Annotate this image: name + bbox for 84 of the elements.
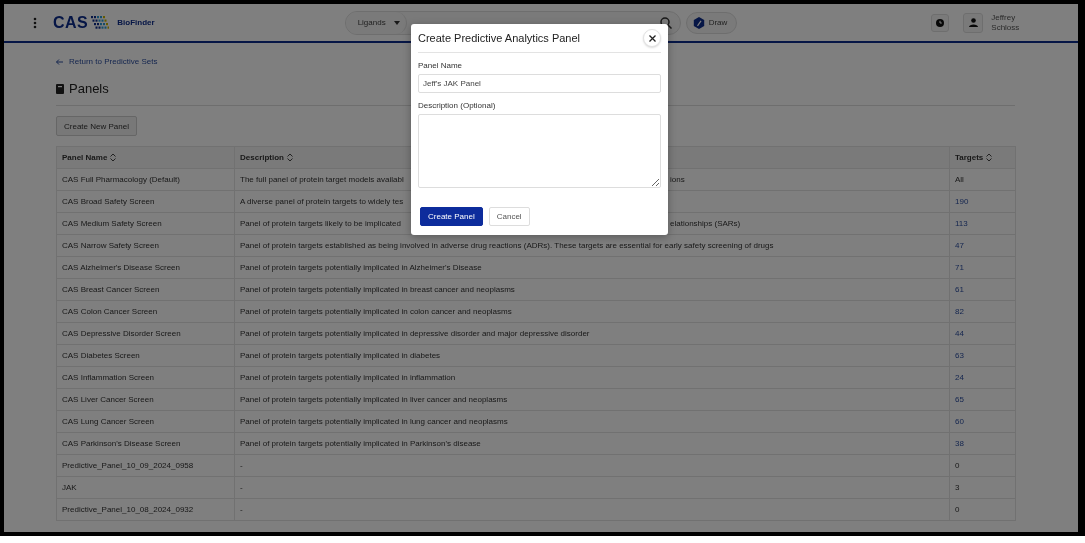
description-text: Panel of protein targets potentially implicated in inflammation xyxy=(240,373,456,382)
targets-cell: 3 xyxy=(949,476,1016,499)
targets-link[interactable]: 190 xyxy=(949,190,1016,213)
history-button[interactable] xyxy=(931,13,950,32)
description-text: The full panel of protein target models availabl xyxy=(240,175,404,184)
targets-cell: 0 xyxy=(949,498,1016,521)
targets-link[interactable]: 38 xyxy=(949,432,1016,455)
column-header[interactable]: Targets xyxy=(949,146,1016,169)
panel-name-cell[interactable]: CAS Liver Cancer Screen xyxy=(56,388,235,411)
panel-name-cell[interactable]: CAS Breast Cancer Screen xyxy=(56,278,235,301)
user-name: Schloss xyxy=(991,22,1020,33)
caret-icon xyxy=(393,20,400,25)
description-text: Panel of protein targets likely to be implicated xyxy=(240,219,401,228)
panel-name-cell[interactable]: CAS Broad Safety Screen xyxy=(56,190,235,213)
targets-link[interactable]: 113 xyxy=(949,212,1016,235)
user-name: Jeffrey xyxy=(991,12,1017,23)
panel-name-cell[interactable]: CAS Depressive Disorder Screen xyxy=(56,322,235,345)
description-text: elationships (SARs) xyxy=(670,219,741,228)
targets-link[interactable]: 65 xyxy=(949,388,1016,411)
targets-link[interactable]: 82 xyxy=(949,300,1016,323)
book-icon xyxy=(56,83,64,94)
field-label: Description (Optional) xyxy=(418,101,497,110)
panel-name-cell[interactable]: CAS Diabetes Screen xyxy=(56,344,235,367)
brand-logo[interactable]: CAS xyxy=(53,13,89,32)
user-button[interactable] xyxy=(963,12,984,33)
page-title: Panels xyxy=(69,81,109,96)
description-text: - xyxy=(240,483,243,492)
description-text: ions xyxy=(670,175,685,184)
description-field[interactable] xyxy=(418,114,661,188)
panel-name-cell[interactable]: CAS Inflammation Screen xyxy=(56,366,235,389)
panel-name-cell[interactable]: CAS Medium Safety Screen xyxy=(56,212,235,235)
sort-icon xyxy=(287,153,293,162)
description-text: A diverse panel of protein targets to widely tes xyxy=(240,197,404,206)
dialog-title: Create Predictive Analytics Panel xyxy=(418,32,581,44)
panel-name-cell[interactable]: CAS Colon Cancer Screen xyxy=(56,300,235,323)
clock-icon xyxy=(936,18,945,27)
panel-name-cell[interactable]: CAS Full Pharmacology (Default) xyxy=(56,168,235,191)
targets-link[interactable]: 61 xyxy=(949,278,1016,301)
targets-cell: 0 xyxy=(949,454,1016,477)
targets-link[interactable]: 47 xyxy=(949,234,1016,257)
logo-mark-icon xyxy=(91,14,110,31)
targets-cell: All xyxy=(949,168,1016,191)
description-text: Panel of protein targets potentially implicated in breast cancer and neoplasms xyxy=(240,285,515,294)
person-icon xyxy=(968,18,978,27)
column-header[interactable]: Panel Name xyxy=(56,146,235,169)
arrow-left-icon xyxy=(56,58,63,65)
description-text: Panel of protein targets potentially implicated in colon cancer and neoplasms xyxy=(240,307,512,316)
description-text: Panel of protein targets potentially implicated in Alzheimer's Disease xyxy=(240,263,482,272)
panel-name-cell[interactable]: CAS Alzheimer's Disease Screen xyxy=(56,256,235,279)
search-type-dropdown[interactable]: Ligands xyxy=(345,11,407,34)
pencil-hexagon-icon xyxy=(692,16,705,29)
description-text: Panel of protein targets potentially implicated in lung cancer and neoplasms xyxy=(240,417,508,426)
field-label: Panel Name xyxy=(418,61,464,70)
panel-name-cell[interactable]: CAS Parkinson's Disease Screen xyxy=(56,432,235,455)
sort-icon xyxy=(986,153,993,162)
search-icon xyxy=(659,16,672,29)
sort-icon xyxy=(110,153,117,162)
product-name: BioFinder xyxy=(117,18,155,27)
targets-link[interactable]: 63 xyxy=(949,344,1016,367)
close-button[interactable] xyxy=(643,29,661,47)
panel-name-field[interactable]: Jeff's JAK Panel xyxy=(418,74,661,93)
close-icon xyxy=(648,34,656,42)
description-text: Panel of protein targets established as being involved in adverse drug reactions (ADRs). These targets are essential for early safety screening of drugs xyxy=(240,241,774,250)
targets-link[interactable]: 44 xyxy=(949,322,1016,345)
draw-button[interactable]: Draw xyxy=(685,11,738,34)
targets-link[interactable]: 24 xyxy=(949,366,1016,389)
panel-name-cell[interactable]: Predictive_Panel_10_09_2024_0958 xyxy=(56,454,235,477)
targets-link[interactable]: 60 xyxy=(949,410,1016,433)
panel-name-cell[interactable]: CAS Lung Cancer Screen xyxy=(56,410,235,433)
panel-name-cell[interactable]: Predictive_Panel_10_08_2024_0932 xyxy=(56,498,235,521)
description-text: - xyxy=(240,505,243,514)
description-text: Panel of protein targets potentially implicated in diabetes xyxy=(240,351,441,360)
panel-name-cell[interactable]: JAK xyxy=(56,476,235,499)
panel-name-cell[interactable]: CAS Narrow Safety Screen xyxy=(56,234,235,257)
cancel-button[interactable]: Cancel xyxy=(488,207,530,226)
menu-icon xyxy=(33,16,37,29)
create-panel-button[interactable]: Create Panel xyxy=(420,207,483,226)
back-link[interactable]: Return to Predictive Sets xyxy=(56,57,158,66)
description-text: Panel of protein targets potentially implicated in Parkinson's disease xyxy=(240,439,481,448)
create-panel-button[interactable]: Create New Panel xyxy=(56,116,137,136)
description-text: Panel of protein targets potentially implicated in depressive disorder and major depressive disorder xyxy=(240,329,590,338)
targets-link[interactable]: 71 xyxy=(949,256,1016,279)
description-text: - xyxy=(240,461,243,470)
description-text: Panel of protein targets potentially implicated in liver cancer and neoplasms xyxy=(240,395,508,404)
